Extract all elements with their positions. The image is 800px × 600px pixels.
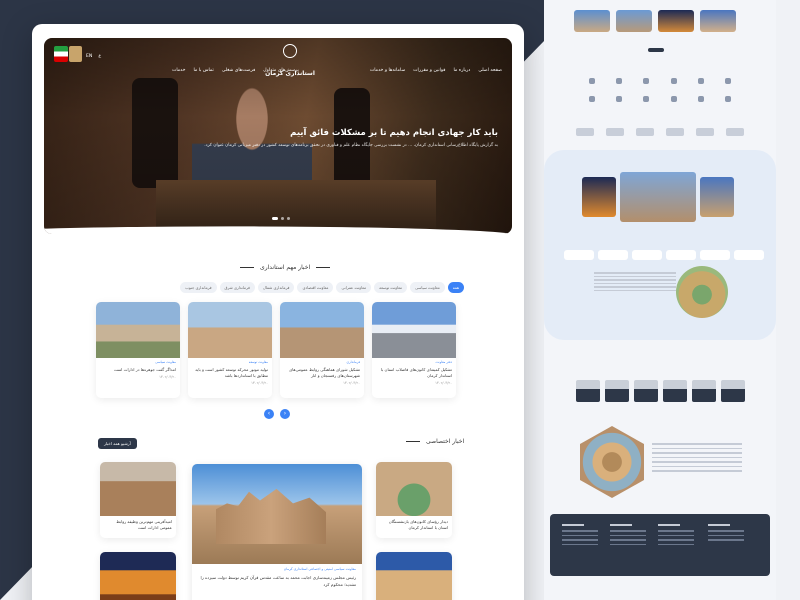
site-logo[interactable]: استانداری کرمان <box>260 44 320 79</box>
important-news-heading: اخبار مهم استانداری <box>240 264 331 271</box>
news-card-title: دیدار رؤسای کانون‌های بازنشستگان استان ب… <box>388 519 448 530</box>
nav-link-about[interactable]: درباره ما <box>453 68 470 73</box>
filter-tab[interactable]: فرمانداری شمال <box>257 282 295 293</box>
preview-info-block <box>594 270 676 293</box>
news-card-category: معاونت سیاسی امنیتی و اجتماعی استانداری … <box>283 567 356 571</box>
nav-link-services[interactable]: خدمات <box>172 68 185 73</box>
news-card-image <box>376 462 452 516</box>
news-card-title: تشکیل شورای هماهنگی روابط عمومی‌های شهرس… <box>289 367 360 378</box>
news-card-title: تولید موتور محرکه توسعه کشور است و باید … <box>195 367 268 378</box>
filter-tab[interactable]: معاونت عمرانی <box>336 282 372 293</box>
preview-tabs <box>564 250 764 260</box>
news-card-title: امیدآفرینی مهم‌ترین وظیفه روابط عمومی اد… <box>116 519 172 530</box>
exclusive-news-heading: اخبار اختصاصی <box>406 438 464 445</box>
hero-title[interactable]: باید کار جهادی انجام دهیم تا بر مشکلات ف… <box>198 128 498 138</box>
carousel-controls: ‹ › <box>264 409 290 419</box>
nav-link-home[interactable]: صفحه اصلی <box>478 68 502 73</box>
hero-slider-dots[interactable] <box>272 217 290 220</box>
preview-footer <box>550 514 770 576</box>
news-card-image <box>188 302 272 358</box>
nav-link-contact[interactable]: تماس با ما <box>193 68 213 73</box>
exclusive-card-right[interactable]: دیدار رؤسای کانون‌های بازنشستگان استان ب… <box>376 462 452 538</box>
preview-hex-text <box>652 440 742 475</box>
filter-tab[interactable]: فرمانداری جنوب <box>180 282 217 293</box>
emblem-icon <box>283 44 297 58</box>
preview-gallery-thumbs <box>574 10 736 32</box>
site-name: استانداری کرمان <box>265 70 315 77</box>
filter-tab[interactable]: همه <box>447 282 464 293</box>
news-card-image <box>372 302 456 358</box>
important-news-title: اخبار مهم استانداری <box>260 264 311 271</box>
exclusive-card-main[interactable]: معاونت سیاسی امنیتی و اجتماعی استانداری … <box>192 464 362 600</box>
news-filter-tabs: همه معاونت سیاسی معاونت توسعه معاونت عمر… <box>126 282 464 293</box>
filter-tab[interactable]: معاونت توسعه <box>374 282 408 293</box>
news-card-image <box>100 462 176 516</box>
news-card-image <box>376 552 452 600</box>
nav-link-systems[interactable]: سامانه‌ها و خدمات <box>370 68 405 73</box>
preview-tourism-gallery <box>582 172 734 222</box>
exclusive-card-left[interactable]: امیدآفرینی مهم‌ترین وظیفه روابط عمومی اد… <box>100 462 176 538</box>
news-card-image <box>192 464 362 564</box>
news-card-date: ۱۴۰۲/۰۳/۲۰ <box>343 381 360 385</box>
filter-tab[interactable]: معاونت سیاسی <box>410 282 445 293</box>
preview-hex-image <box>580 426 644 498</box>
nav-link-laws[interactable]: قوانین و مقررات <box>413 68 445 73</box>
exclusive-news-title: اخبار اختصاصی <box>426 438 465 445</box>
news-card[interactable]: دفتر معاونت تشکیل کمیته‌ای کانون‌های فاض… <box>372 302 456 398</box>
hero-headline: باید کار جهادی انجام دهیم تا بر مشکلات ف… <box>198 128 498 150</box>
news-card-date: ۱۴۰۲/۰۳/۲۰ <box>159 375 176 379</box>
nav-link-jobs[interactable]: فرصت‌های شغلی <box>222 68 255 73</box>
main-page-mockup: EN ع پرسش‌های متداول فرصت‌های شغلی تماس … <box>32 24 524 600</box>
hero-banner[interactable]: EN ع پرسش‌های متداول فرصت‌های شغلی تماس … <box>44 38 512 234</box>
filter-tab[interactable]: فرمانداری شرق <box>219 282 255 293</box>
news-card-title: امداگر گفت جوهره‌ها در ادارات است <box>114 367 176 372</box>
exclusive-card-right-2[interactable] <box>376 552 452 600</box>
news-card-title: تشکیل کمیته‌ای کانون‌های فاضلاب استان با… <box>380 367 452 378</box>
exclusive-card-left-2[interactable] <box>100 552 176 600</box>
preview-services-icons <box>578 78 742 102</box>
news-card-date: ۱۴۰۲/۰۳/۲۰ <box>251 381 268 385</box>
carousel-prev-icon[interactable]: ‹ <box>264 409 274 419</box>
news-card-image <box>280 302 364 358</box>
important-news-cards: دفتر معاونت تشکیل کمیته‌ای کانون‌های فاض… <box>96 302 456 398</box>
news-card[interactable]: معاونت سیاسی امداگر گفت جوهره‌ها در ادار… <box>96 302 180 398</box>
news-card-title: رئیس مجلس زمینه‌سازی اجابت محمد به ساعت … <box>200 575 356 587</box>
archive-button[interactable]: آرشیو همه اخبار <box>98 438 137 449</box>
preview-officials-row <box>576 380 745 402</box>
news-card-image <box>96 302 180 358</box>
news-card-image <box>100 552 176 600</box>
filter-tab[interactable]: معاونت اقتصادی <box>297 282 334 293</box>
news-card[interactable]: معاونت توسعه تولید موتور محرکه توسعه کشو… <box>188 302 272 398</box>
carousel-next-icon[interactable]: › <box>280 409 290 419</box>
hero-body: به گزارش پایگاه اطلاع‌رسانی استانداری کر… <box>204 143 498 148</box>
preview-circle-image <box>676 266 728 318</box>
news-card-date: ۱۴۰۲/۰۳/۲۰ <box>435 381 452 385</box>
news-card[interactable]: فرمانداری تشکیل شورای هماهنگی روابط عموم… <box>280 302 364 398</box>
page-preview-column <box>544 0 776 600</box>
preview-partner-logos <box>576 128 744 136</box>
